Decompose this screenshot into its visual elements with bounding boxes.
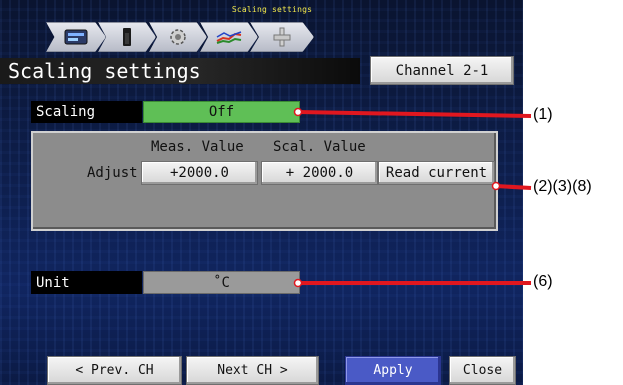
- callout-line-2: [491, 181, 532, 191]
- callout-label-6: (6): [533, 273, 553, 290]
- callout-line-6: [293, 278, 531, 288]
- callout-line-1: [293, 107, 532, 118]
- callout-label-1: (1): [533, 106, 553, 123]
- callout-overlay: [293, 107, 532, 288]
- callout-label-2-3-8: (2)(3)(8): [533, 178, 592, 195]
